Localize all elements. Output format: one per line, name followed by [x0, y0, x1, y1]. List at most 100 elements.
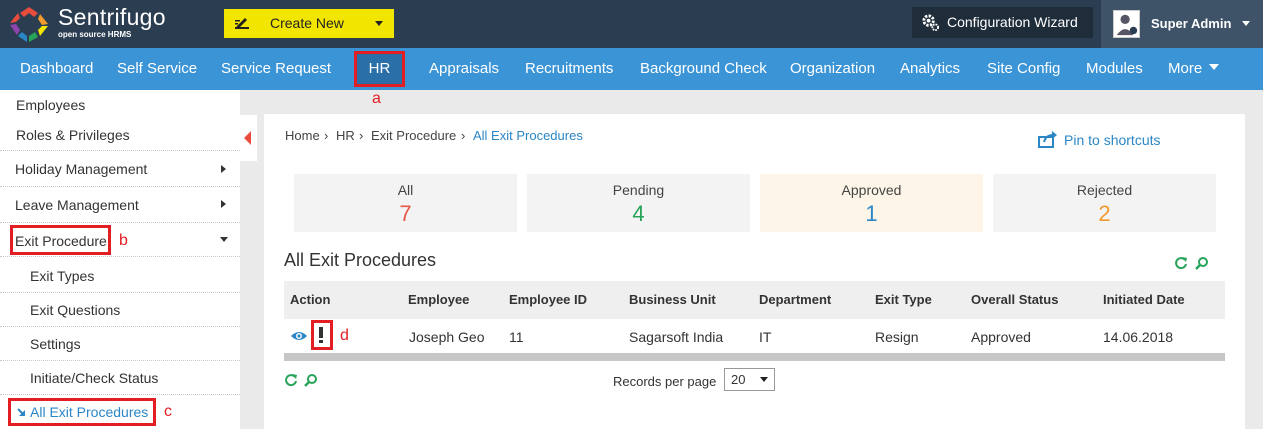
- records-per-page-value: 20: [731, 372, 746, 387]
- refresh-icon[interactable]: [1174, 256, 1188, 270]
- sidebar-item-leave-management[interactable]: Leave Management: [15, 197, 255, 213]
- cell-business-unit: Sagarsoft India: [629, 329, 724, 345]
- nav-organization[interactable]: Organization: [790, 48, 875, 90]
- chevron-right-icon: [221, 200, 226, 208]
- column-header-exit-type[interactable]: Exit Type: [875, 292, 932, 307]
- nav-background-check[interactable]: Background Check: [640, 48, 767, 90]
- stat-value: 4: [632, 201, 645, 226]
- highlight-all-exit-procedures: [8, 398, 156, 426]
- sidebar-item-holiday-management[interactable]: Holiday Management: [15, 161, 255, 177]
- column-header-overall-status[interactable]: Overall Status: [971, 292, 1058, 307]
- nav-modules[interactable]: Modules: [1086, 48, 1143, 90]
- stat-value: 1: [865, 201, 878, 226]
- chevron-right-icon: [221, 165, 226, 173]
- cell-department: IT: [759, 329, 772, 345]
- section-title: All Exit Procedures: [284, 250, 437, 270]
- column-header-employee[interactable]: Employee: [408, 292, 469, 307]
- main-nav: Dashboard Self Service Service Request A…: [0, 48, 1263, 90]
- annotation-b: b: [119, 232, 128, 249]
- column-header-initiated-date[interactable]: Initiated Date: [1103, 292, 1185, 307]
- sidebar-item-employees[interactable]: Employees: [16, 97, 256, 113]
- nav-service-request[interactable]: Service Request: [221, 48, 331, 90]
- breadcrumb-hr[interactable]: HR: [336, 128, 355, 143]
- user-menu[interactable]: Super Admin: [1101, 0, 1263, 48]
- share-icon[interactable]: [1038, 131, 1058, 148]
- sidebar-divider: [0, 186, 240, 187]
- column-header-employee-id[interactable]: Employee ID: [509, 292, 587, 307]
- nav-self-service[interactable]: Self Service: [117, 48, 197, 90]
- stat-value: 2: [1098, 201, 1111, 226]
- breadcrumb-exit-procedure[interactable]: Exit Procedure: [371, 128, 456, 143]
- nav-recruitments[interactable]: Recruitments: [525, 48, 613, 90]
- user-name: Super Admin: [1151, 16, 1232, 31]
- stat-pending[interactable]: Pending 4: [527, 174, 750, 232]
- column-header-business-unit[interactable]: Business Unit: [629, 292, 716, 307]
- horizontal-scrollbar[interactable]: [284, 353, 1225, 361]
- stat-approved[interactable]: Approved 1: [760, 174, 983, 232]
- cell-employee-id: 11: [509, 329, 524, 345]
- cell-initiated-date: 14.06.2018: [1103, 329, 1174, 345]
- search-icon[interactable]: [304, 373, 318, 387]
- sidebar-divider: [0, 222, 240, 223]
- avatar: [1113, 10, 1140, 38]
- chevron-down-icon: [1242, 21, 1250, 26]
- edit-icon: [235, 18, 249, 29]
- chevron-down-icon: [1209, 64, 1219, 70]
- column-header-action: Action: [290, 292, 331, 307]
- cell-overall-status: Approved: [971, 329, 1031, 345]
- annotation-c: c: [164, 403, 172, 420]
- create-new-button[interactable]: Create New: [224, 9, 394, 38]
- annotation-a: a: [372, 90, 381, 107]
- refresh-icon[interactable]: [284, 373, 298, 387]
- configuration-wizard-label: Configuration Wizard: [947, 14, 1078, 30]
- nav-hr-highlight[interactable]: HR: [354, 51, 405, 87]
- records-per-page-label: Records per page: [613, 374, 717, 389]
- stat-label: All: [397, 182, 414, 198]
- breadcrumb-separator: ›: [461, 128, 466, 143]
- stat-label: Approved: [841, 182, 902, 198]
- breadcrumb-home[interactable]: Home: [285, 128, 320, 143]
- breadcrumb-separator: ›: [324, 128, 329, 143]
- create-new-label: Create New: [270, 15, 344, 31]
- sidebar-divider: [0, 326, 240, 327]
- nav-more[interactable]: More: [1168, 48, 1202, 90]
- stat-label: Pending: [612, 182, 665, 198]
- sidebar-collapse-toggle[interactable]: [240, 115, 257, 161]
- sidebar-divider: [0, 292, 240, 293]
- search-icon[interactable]: [1195, 256, 1209, 270]
- stat-rejected[interactable]: Rejected 2: [993, 174, 1216, 232]
- sidebar-divider: [0, 394, 240, 395]
- sidebar-divider: [0, 360, 240, 361]
- sidebar-item-settings[interactable]: Settings: [30, 336, 270, 352]
- nav-analytics[interactable]: Analytics: [900, 48, 960, 90]
- cell-exit-type: Resign: [875, 329, 919, 345]
- cell-employee: Joseph Geo: [409, 329, 485, 345]
- nav-hr[interactable]: HR: [357, 54, 402, 84]
- column-header-department[interactable]: Department: [759, 292, 831, 307]
- nav-site-config[interactable]: Site Config: [987, 48, 1060, 90]
- brand-name[interactable]: Sentrifugo: [58, 4, 166, 30]
- highlight-exit-procedure: [10, 225, 111, 255]
- chevron-down-icon: [220, 237, 228, 242]
- nav-dashboard[interactable]: Dashboard: [20, 48, 93, 90]
- sidebar-item-exit-questions[interactable]: Exit Questions: [30, 302, 270, 318]
- stat-label: Rejected: [1076, 182, 1133, 198]
- top-bar: Sentrifugo open source HRMS Create New C…: [0, 0, 1263, 48]
- pin-to-shortcuts-link[interactable]: Pin to shortcuts: [1064, 132, 1161, 148]
- sentrifugo-logo-icon[interactable]: [8, 5, 50, 43]
- sidebar-item-initiate-check-status[interactable]: Initiate/Check Status: [30, 370, 270, 386]
- sidebar-item-exit-types[interactable]: Exit Types: [30, 268, 270, 284]
- stat-all[interactable]: All 7: [294, 174, 517, 232]
- annotation-d: d: [340, 327, 349, 344]
- configuration-wizard-button[interactable]: Configuration Wizard: [912, 7, 1093, 38]
- chevron-left-icon: [244, 131, 251, 145]
- breadcrumb-separator: ›: [359, 128, 364, 143]
- exclamation-icon[interactable]: [318, 326, 324, 344]
- eye-icon[interactable]: [290, 330, 308, 342]
- brand-subtitle: open source HRMS: [58, 30, 132, 39]
- sidebar-divider: [0, 256, 240, 257]
- chevron-down-icon: [760, 377, 768, 382]
- nav-appraisals[interactable]: Appraisals: [429, 48, 499, 90]
- records-per-page-select[interactable]: 20: [724, 368, 775, 391]
- sidebar-item-roles-privileges[interactable]: Roles & Privileges: [16, 127, 256, 143]
